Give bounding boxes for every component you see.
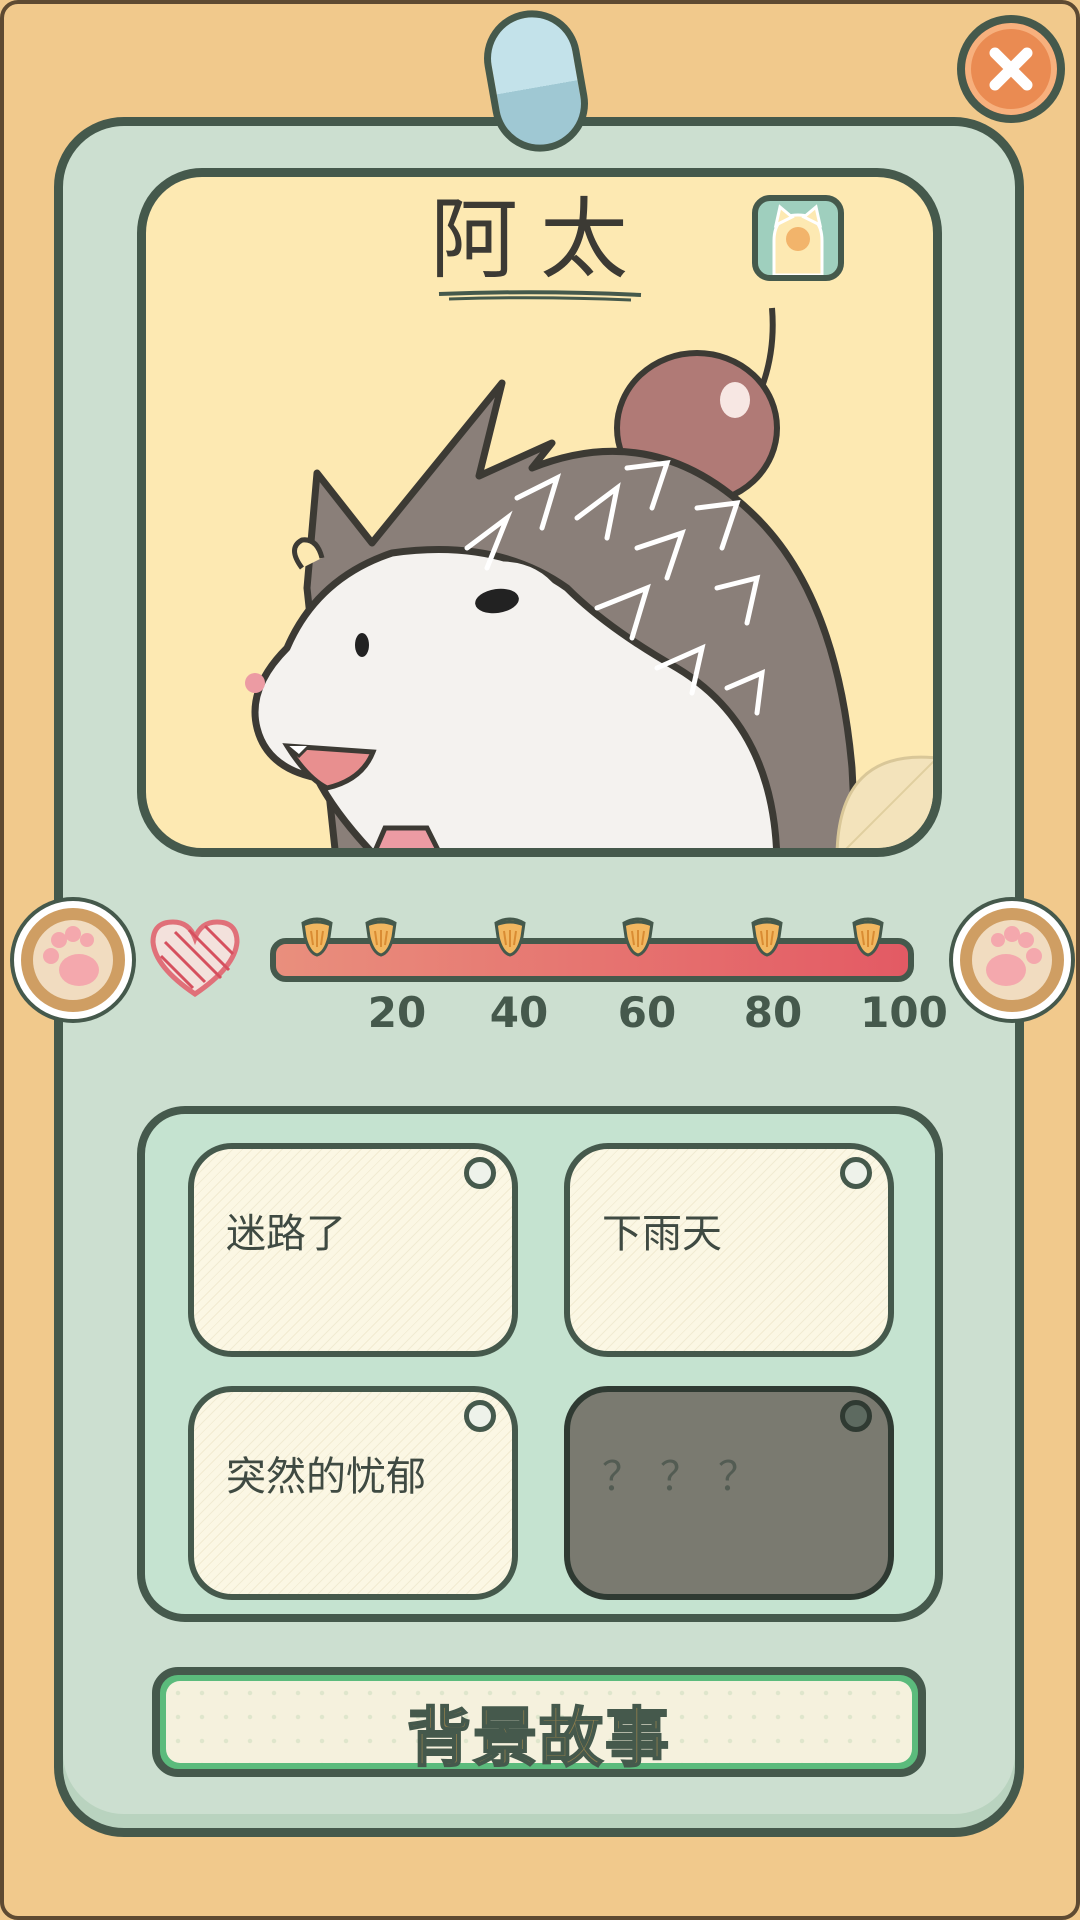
paw-icon <box>33 920 113 1000</box>
story-card[interactable]: 突然的忧郁 <box>188 1386 518 1600</box>
acorn-icon <box>622 917 654 957</box>
prev-pet-paw-button[interactable] <box>14 901 132 1019</box>
acorn-icon <box>852 917 884 957</box>
affinity-tick-label: 80 <box>743 988 803 1037</box>
story-card-label: 突然的忧郁 <box>226 1454 426 1500</box>
card-pin-icon <box>464 1157 496 1189</box>
backstory-button-label: 背景故事 <box>406 1701 671 1777</box>
affinity-tick-label: 60 <box>617 988 677 1037</box>
acorn-icon <box>751 917 783 957</box>
next-pet-paw-button[interactable] <box>953 901 1071 1019</box>
story-card-locked[interactable]: ？？？ <box>564 1386 894 1600</box>
paw-icon <box>972 920 1052 1000</box>
close-button[interactable] <box>957 15 1065 123</box>
name-underline <box>438 290 642 302</box>
affinity-tick-label: 20 <box>367 988 427 1037</box>
story-card[interactable]: 下雨天 <box>564 1143 894 1357</box>
acorn-icon <box>365 917 397 957</box>
cat-avatar-icon <box>772 204 824 275</box>
story-card-label: ？？？ <box>602 1454 776 1500</box>
affinity-tick-label: 40 <box>489 988 549 1037</box>
backstory-button[interactable]: 背景故事 <box>152 1667 926 1777</box>
story-card-label: 迷路了 <box>226 1211 346 1257</box>
card-pin-icon <box>464 1400 496 1432</box>
card-pin-icon <box>840 1400 872 1432</box>
avatar-button[interactable] <box>752 195 844 281</box>
card-pin-icon <box>840 1157 872 1189</box>
heart-icon <box>150 919 240 998</box>
acorn-icon <box>301 917 333 957</box>
acorn-icon <box>494 917 526 957</box>
story-card-label: 下雨天 <box>602 1211 722 1257</box>
affinity-tick-label: 100 <box>860 988 948 1037</box>
pet-name: 阿太 <box>429 188 650 291</box>
close-icon <box>989 47 1033 91</box>
story-card[interactable]: 迷路了 <box>188 1143 518 1357</box>
